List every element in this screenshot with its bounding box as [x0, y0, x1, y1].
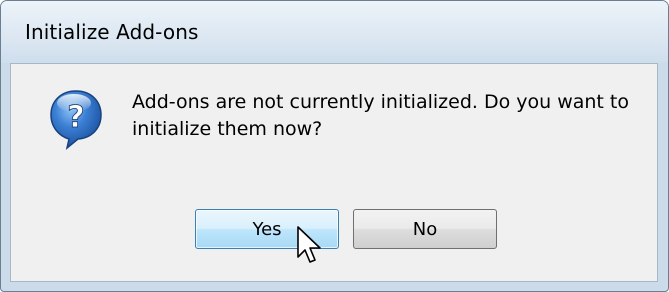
- dialog-message: Add-ons are not currently initialized. D…: [132, 91, 629, 140]
- yes-button-label: Yes: [252, 218, 282, 240]
- dialog-body: ? Add-ons are not currently initialized.…: [10, 63, 658, 282]
- question-icon: ?: [50, 90, 102, 150]
- no-button[interactable]: No: [353, 209, 497, 249]
- svg-text:?: ?: [67, 100, 84, 135]
- no-button-label: No: [412, 218, 438, 240]
- title-bar[interactable]: Initialize Add-ons: [1, 1, 668, 63]
- arrow-pointer-icon: [297, 226, 321, 263]
- dialog-window: Initialize Add-ons ? Add-ons are not cur…: [0, 0, 669, 292]
- window-title: Initialize Add-ons: [25, 20, 199, 44]
